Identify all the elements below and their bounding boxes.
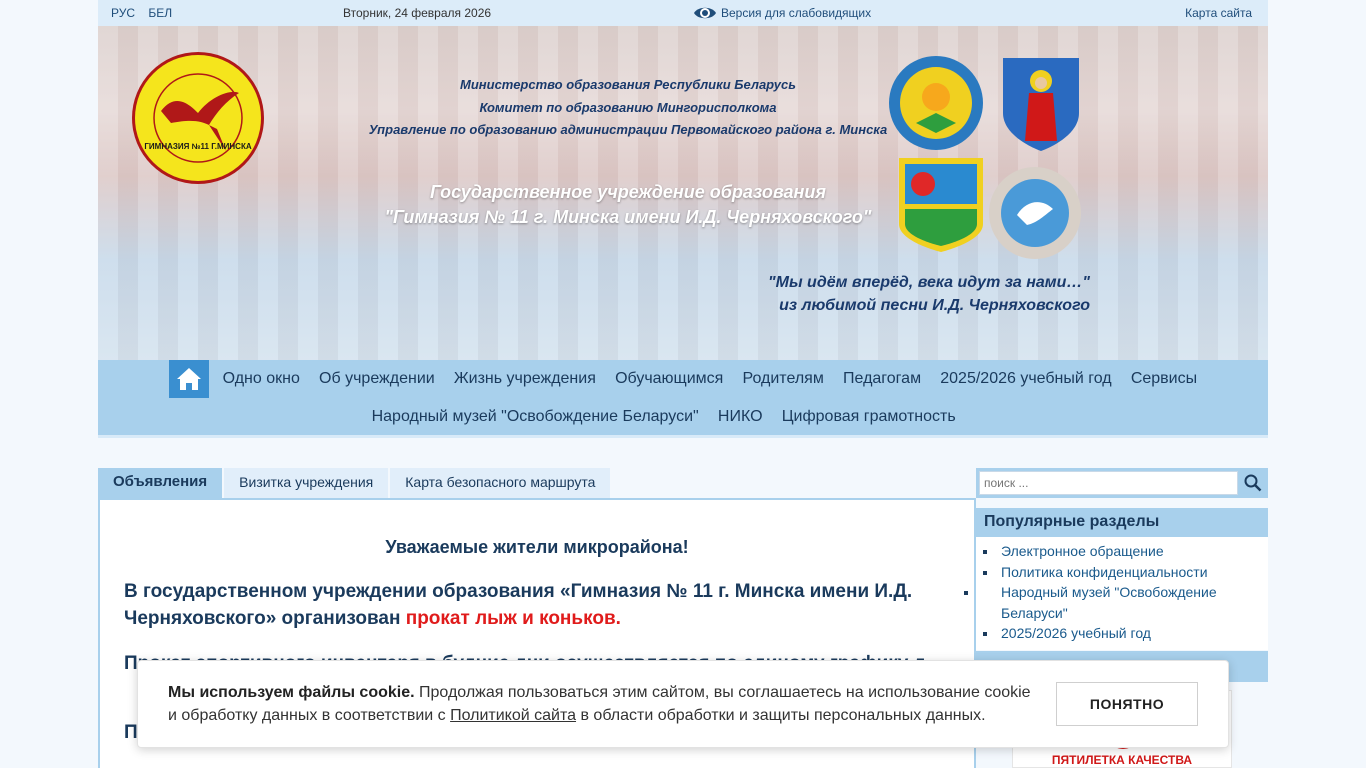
school-name-line-2: "Гимназия № 11 г. Минска имени И.Д. Черн… xyxy=(384,207,872,227)
tab-announcements[interactable]: Объявления xyxy=(98,468,223,498)
current-date: Вторник, 24 февраля 2026 xyxy=(343,6,492,20)
cookie-notice: Мы используем файлы cookie. Продолжая по… xyxy=(137,660,1229,748)
popular-link-appeal[interactable]: Электронное обращение xyxy=(983,541,1262,562)
district-emblem-icon[interactable] xyxy=(893,154,989,254)
low-vision-link[interactable]: Версия для слабовидящих xyxy=(693,4,871,22)
nav-row-1: Одно окно Об учреждении Жизнь учреждения… xyxy=(169,360,1207,398)
quote-line-2: из любимой песни И.Д. Черняховского xyxy=(779,297,1090,314)
search-icon xyxy=(1244,474,1262,492)
announcement-paragraph-1: В государственном учреждении образования… xyxy=(124,578,954,632)
ministry-line-1: Министерство образования Республики Бела… xyxy=(460,77,796,92)
tab-card[interactable]: Визитка учреждения xyxy=(224,468,389,498)
home-button[interactable] xyxy=(169,360,209,398)
low-vision-label: Версия для слабовидящих xyxy=(721,6,872,20)
search-box xyxy=(976,468,1268,498)
popular-sections: Популярные разделы Электронное обращение… xyxy=(964,508,1268,650)
home-icon xyxy=(177,368,201,390)
ministry-emblem-icon[interactable] xyxy=(888,53,984,153)
nav-item-services[interactable]: Сервисы xyxy=(1121,370,1206,388)
nav-item-teachers[interactable]: Педагогам xyxy=(833,370,930,388)
nav-item-one-window[interactable]: Одно окно xyxy=(213,370,309,388)
cookie-bold: Мы используем файлы cookie. xyxy=(168,684,415,701)
eye-icon xyxy=(694,7,716,19)
cookie-policy-link[interactable]: Политикой сайта xyxy=(450,707,576,724)
quote-line-1: "Мы идём вперёд, века идут за нами…" xyxy=(768,274,1090,291)
popular-link-privacy[interactable]: Политика конфиденциальности xyxy=(983,562,1262,583)
announcement-heading: Уважаемые жители микрорайона! xyxy=(385,537,689,557)
nav-item-about[interactable]: Об учреждении xyxy=(309,370,444,388)
main-nav: Одно окно Об учреждении Жизнь учреждения… xyxy=(98,360,1268,438)
nav-item-digital-literacy[interactable]: Цифровая грамотность xyxy=(772,408,965,426)
header-quote: "Мы идём вперёд, века идут за нами…" из … xyxy=(658,271,1090,317)
search-input[interactable] xyxy=(979,471,1238,495)
cookie-text: Мы используем файлы cookie. Продолжая по… xyxy=(168,681,1038,727)
search-button[interactable] xyxy=(1242,472,1264,494)
peace-fund-logo-icon[interactable] xyxy=(987,163,1083,263)
ministry-line-3: Управление по образованию администрации … xyxy=(368,122,888,137)
language-switcher: РУС БЕЛ xyxy=(111,6,182,20)
nav-item-life[interactable]: Жизнь учреждения xyxy=(444,370,605,388)
content-tabs: Объявления Визитка учреждения Карта безо… xyxy=(98,468,612,498)
site-header: ГИМНАЗИЯ №11 Г.МИНСКА Министерство образ… xyxy=(98,26,1268,360)
top-bar: РУС БЕЛ Вторник, 24 февраля 2026 Версия … xyxy=(98,0,1268,26)
sitemap-link[interactable]: Карта сайта xyxy=(1185,6,1252,20)
nav-item-niko[interactable]: НИКО xyxy=(708,408,772,426)
tab-safe-route[interactable]: Карта безопасного маршрута xyxy=(390,468,611,498)
school-logo[interactable]: ГИМНАЗИЯ №11 Г.МИНСКА xyxy=(131,51,265,185)
nav-item-parents[interactable]: Родителям xyxy=(733,370,834,388)
ministry-block: Министерство образования Республики Бела… xyxy=(368,74,888,142)
school-name-line-1: Государственное учреждение образования xyxy=(429,182,826,202)
ministry-line-2: Комитет по образованию Мингорисполкома xyxy=(479,99,777,115)
school-name: Государственное учреждение образования "… xyxy=(328,180,928,230)
lang-ru-link[interactable]: РУС xyxy=(111,6,135,20)
minsk-coat-of-arms-icon[interactable] xyxy=(993,53,1089,153)
popular-link-school-year[interactable]: 2025/2026 учебный год xyxy=(983,623,1262,644)
banner-text: ПЯТИЛЕТКА КАЧЕСТВА xyxy=(1051,753,1193,767)
popular-sections-list: Электронное обращение Политика конфиденц… xyxy=(964,537,1268,650)
paragraph-1-highlight: прокат лыж и коньков. xyxy=(405,608,621,629)
cookie-text-2: в области обработки и защиты персональны… xyxy=(576,707,986,724)
cookie-accept-button[interactable]: ПОНЯТНО xyxy=(1056,682,1198,726)
lang-be-link[interactable]: БЕЛ xyxy=(148,6,172,20)
nav-row-2: Народный музей "Освобождение Беларуси" Н… xyxy=(362,398,965,436)
nav-item-students[interactable]: Обучающимся xyxy=(605,370,732,388)
nav-item-museum[interactable]: Народный музей "Освобождение Беларуси" xyxy=(362,408,708,426)
popular-sections-title: Популярные разделы xyxy=(976,508,1268,537)
popular-link-museum[interactable]: Народный музей "Освобождение Беларуси" xyxy=(964,582,1262,623)
logo-caption: ГИМНАЗИЯ №11 Г.МИНСКА xyxy=(144,142,251,151)
nav-item-school-year[interactable]: 2025/2026 учебный год xyxy=(931,370,1122,388)
